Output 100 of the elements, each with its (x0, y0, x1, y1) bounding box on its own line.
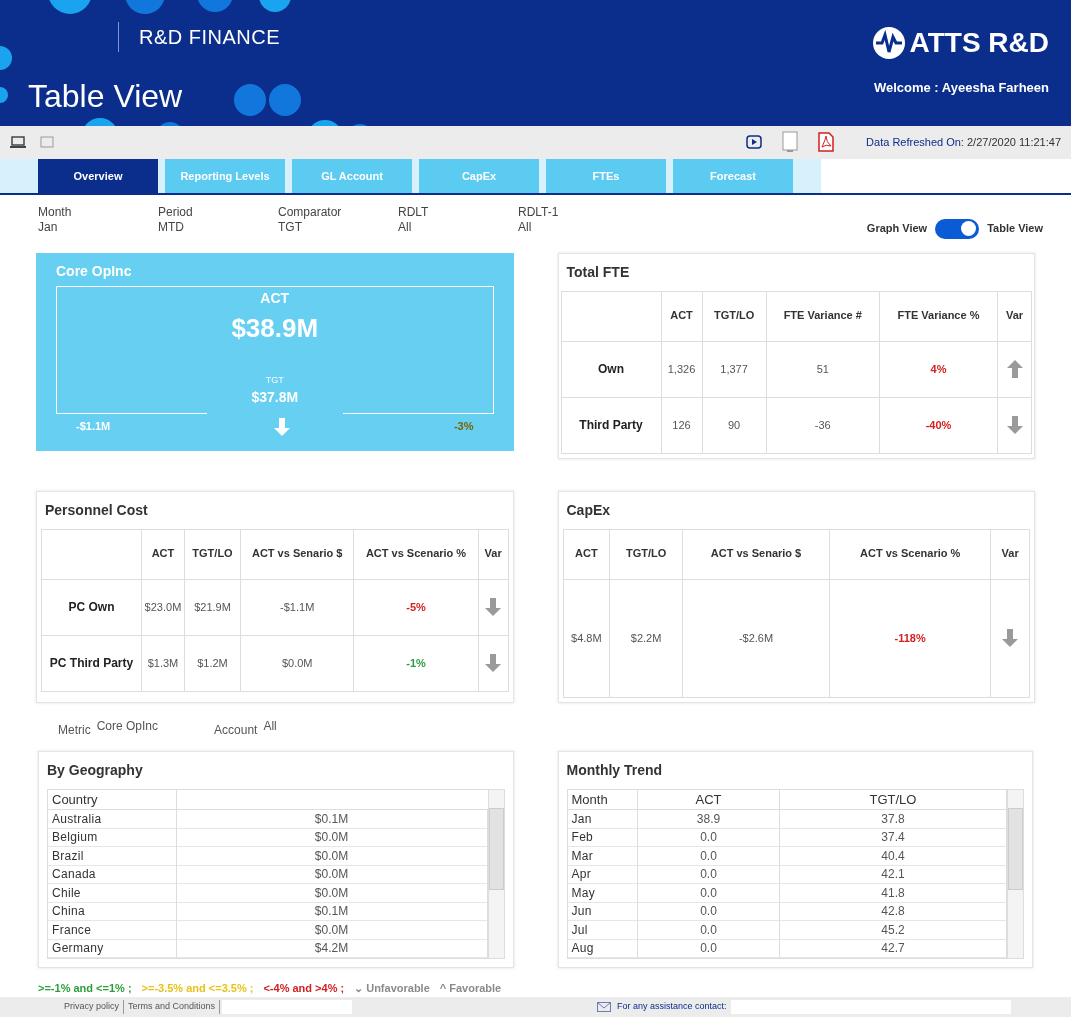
table-cell: $0.0M (176, 846, 487, 866)
variance-percent: -5% (406, 600, 426, 613)
table-cell: Feb (567, 828, 638, 847)
table-cell: Belgium (48, 828, 176, 847)
table-cell: $0.0M (176, 920, 487, 940)
variance-value: -$1.1M (76, 419, 111, 435)
logo-text: ATTS R&D (909, 26, 1049, 60)
column-header: ACT vs Senario $ (240, 529, 354, 580)
variance-percent: -1% (406, 656, 426, 669)
table-cell: 42.8 (779, 902, 1007, 921)
column-header: Var (478, 529, 508, 580)
filter-value[interactable]: TGT (278, 219, 398, 235)
table-cell: 0.0 (637, 920, 780, 940)
table-cell: 41.8 (779, 883, 1007, 903)
selector-value[interactable]: Core OpInc (96, 716, 159, 735)
card-title: CapEx (565, 500, 612, 520)
laptop-icon[interactable] (10, 136, 26, 149)
row-label: PC Third Party (41, 635, 142, 692)
table-cell: Mar (567, 846, 638, 866)
legend-item: ^ Favorable (439, 981, 502, 997)
table-cell: Australia (48, 809, 176, 829)
row-label: PC Own (41, 579, 142, 636)
column-header: ACT (563, 529, 610, 580)
variance-percent: 4% (930, 362, 947, 375)
table-cell: 0.0 (637, 939, 780, 958)
table-cell: Canada (48, 865, 176, 884)
column-header: TGT/LO (702, 291, 767, 342)
filter-label: Period (158, 204, 194, 220)
selector-label: Metric (58, 721, 91, 739)
table-cell: 0.0 (637, 902, 780, 921)
table-cell: 38.9 (637, 809, 780, 829)
table-cell: China (48, 902, 176, 921)
table-cell: Aug (567, 939, 638, 958)
card-title: Core OpInc (56, 261, 133, 281)
table-cell: Jan (567, 809, 638, 829)
table-cell: 0.0 (637, 828, 780, 847)
footer-link[interactable]: Terms and Conditions (124, 1000, 221, 1014)
device-icon[interactable] (782, 131, 799, 154)
filter-value[interactable]: Jan (38, 219, 158, 235)
column-header: Var (990, 529, 1030, 580)
filter-label: RDLT-1 (518, 204, 560, 220)
variance-percent: -3% (453, 419, 474, 435)
table-cell: 42.1 (779, 865, 1007, 884)
table-cell: $0.0M (176, 828, 487, 847)
filter-value[interactable]: All (398, 219, 518, 235)
table-cell: Apr (567, 865, 638, 884)
toggle-label: Table View (987, 221, 1043, 237)
selector-label: Account (214, 721, 258, 739)
view-toggle[interactable] (935, 218, 980, 239)
card-title: By Geography (46, 760, 144, 780)
legend-item: <-4% and >4% ; (263, 981, 345, 997)
row-label: Own (561, 341, 661, 398)
legend-item: ⌄ Unfavorable (354, 981, 430, 997)
logo-icon (871, 26, 906, 60)
welcome-text: Welcome : Ayeesha Farheen (873, 79, 1049, 97)
table-cell: 0.0 (637, 883, 780, 903)
column-header: FTE Variance % (879, 291, 998, 342)
column-header: TGT/LO (609, 529, 683, 580)
tgt-label: TGT (265, 373, 284, 387)
table-cell: France (48, 920, 176, 940)
footer-link[interactable]: Privacy policy (60, 1000, 124, 1014)
table-cell: 126 (661, 397, 703, 454)
section-title: R&D FINANCE (139, 25, 281, 50)
filter-label: Comparator (278, 204, 343, 220)
table-cell: Jul (567, 920, 638, 940)
video-icon[interactable] (746, 135, 763, 150)
act-label: ACT (260, 288, 290, 308)
column-header: ACT vs Senario $ (682, 529, 830, 580)
contact-text: For any assistance contact: (617, 1000, 727, 1014)
filter-label: RDLT (398, 204, 430, 220)
table-cell: -$2.6M (682, 579, 830, 698)
table-cell: 37.8 (779, 809, 1007, 829)
variance-percent: -40% (925, 418, 952, 431)
table-cell: $4.2M (176, 939, 487, 958)
table-cell: $0.0M (240, 635, 354, 692)
column-header: ACT vs Scenario % (353, 529, 479, 580)
table-cell: 51 (766, 341, 880, 398)
column-header: ACT (637, 789, 780, 810)
refresh-timestamp: 2/27/2020 11:21:47 (967, 135, 1061, 148)
card-title: Total FTE (565, 262, 631, 282)
variance-percent: -118% (894, 631, 926, 644)
table-cell: Chile (48, 883, 176, 903)
table-cell: Germany (48, 939, 176, 958)
table-cell: Brazil (48, 846, 176, 866)
nav-tab[interactable]: Overview (38, 158, 158, 193)
scrollbar[interactable] (1007, 789, 1023, 959)
table-cell: $21.9M (184, 579, 241, 636)
filter-value[interactable]: MTD (158, 219, 278, 235)
page-title: Table View (28, 77, 184, 116)
table-cell: May (567, 883, 638, 903)
pdf-icon[interactable] (818, 132, 835, 153)
table-cell: 0.0 (637, 846, 780, 866)
selector-value[interactable]: All (263, 716, 277, 735)
table-cell: $0.1M (176, 902, 487, 921)
act-value: $38.9M (231, 311, 319, 345)
column-header: ACT (661, 291, 703, 342)
filter-value[interactable]: All (518, 219, 638, 235)
mail-icon (597, 1001, 612, 1012)
table-cell: -$1.1M (240, 579, 354, 636)
filter-label: Month (38, 204, 73, 220)
